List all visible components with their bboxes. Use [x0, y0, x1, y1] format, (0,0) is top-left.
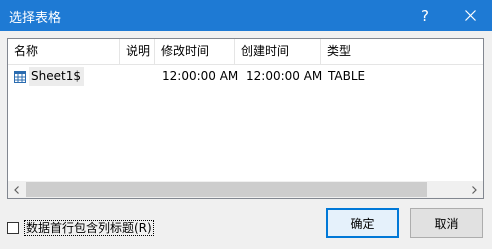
ok-button[interactable]: 确定	[326, 208, 399, 238]
chevron-right-icon	[472, 185, 477, 194]
column-header-name[interactable]: 名称	[8, 39, 120, 64]
header-row-checkbox-label[interactable]: 数据首行包含列标题(R)	[24, 220, 154, 236]
column-header-description[interactable]: 说明	[120, 39, 155, 64]
scroll-left-button[interactable]	[8, 181, 25, 198]
scroll-right-button[interactable]	[466, 181, 483, 198]
help-button[interactable]: ?	[403, 0, 447, 31]
row-name-cell: Sheet1$	[14, 67, 84, 86]
horizontal-scrollbar[interactable]	[8, 181, 483, 198]
dialog-title: 选择表格	[9, 11, 62, 26]
select-table-dialog: 选择表格 ? 名称 说明 修改时间 创建时间 类型 Sheet1$ 12:00:…	[0, 0, 492, 249]
row-type-cell: TABLE	[328, 69, 366, 83]
scrollbar-thumb[interactable]	[26, 182, 427, 197]
table-row[interactable]: Sheet1$ 12:00:00 AM 12:00:00 AM TABLE	[8, 67, 483, 86]
close-icon	[464, 10, 476, 21]
help-icon: ?	[421, 6, 429, 25]
table-list[interactable]: 名称 说明 修改时间 创建时间 类型 Sheet1$ 12:00:00 AM 1…	[7, 38, 484, 199]
header-row-option[interactable]: 数据首行包含列标题(R)	[7, 220, 154, 236]
row-name-label: Sheet1$	[29, 67, 84, 86]
column-header-created[interactable]: 创建时间	[235, 39, 321, 64]
list-header: 名称 说明 修改时间 创建时间 类型	[8, 39, 483, 65]
column-header-modified[interactable]: 修改时间	[155, 39, 235, 64]
header-row-checkbox[interactable]	[7, 222, 19, 234]
cancel-button[interactable]: 取消	[410, 208, 483, 238]
title-bar: 选择表格 ?	[0, 0, 492, 31]
column-header-type[interactable]: 类型	[321, 39, 401, 64]
chevron-left-icon	[14, 185, 19, 194]
table-icon	[14, 70, 26, 83]
row-created-cell: 12:00:00 AM	[246, 69, 323, 83]
row-modified-cell: 12:00:00 AM	[162, 69, 239, 83]
close-button[interactable]	[448, 0, 492, 31]
